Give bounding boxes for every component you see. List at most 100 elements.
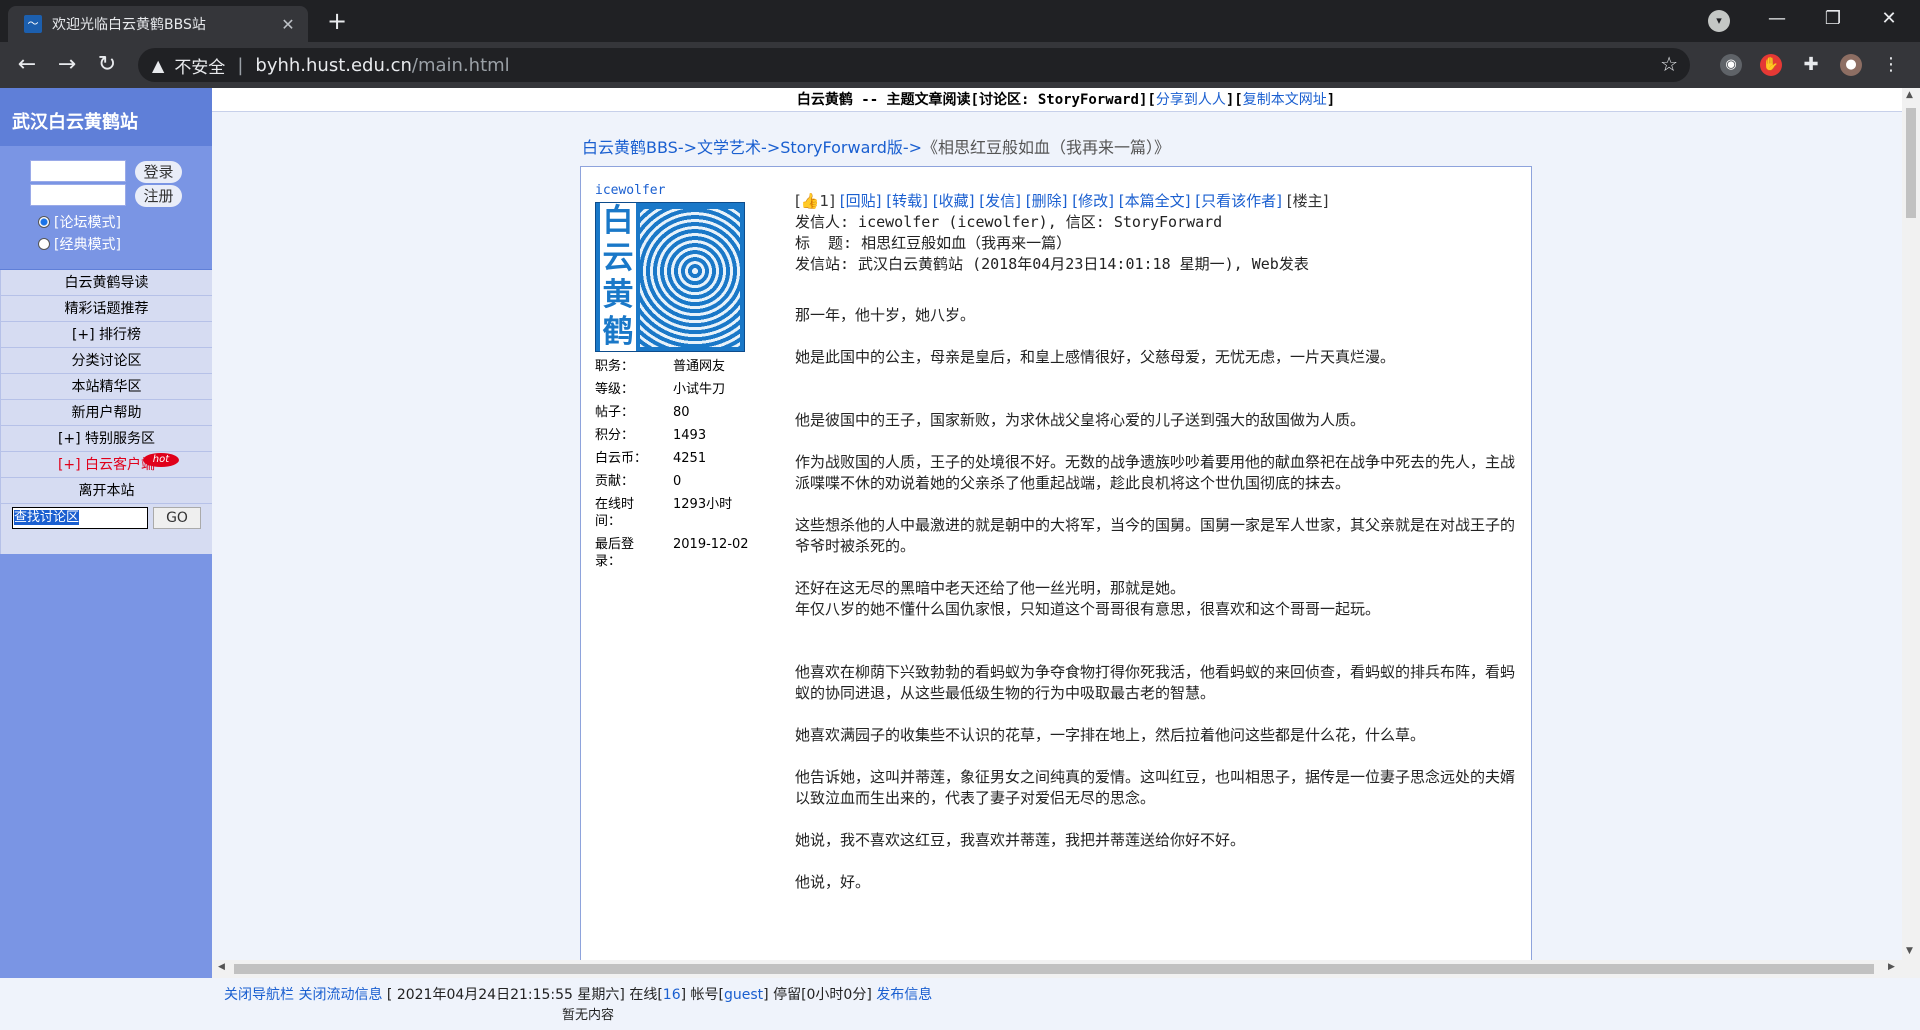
- breadcrumb-board[interactable]: StoryForward版: [780, 138, 903, 157]
- stat-value: 1493: [673, 428, 707, 443]
- forward-button[interactable]: [转载]: [886, 192, 928, 210]
- sidebar-item-services[interactable]: [+] 特别服务区: [0, 426, 212, 452]
- stat-value: 普通网友: [673, 359, 726, 374]
- mode-forum-radio[interactable]: [论坛模式]: [38, 212, 121, 232]
- reply-button[interactable]: [回贴]: [840, 192, 882, 210]
- avatar-text: 白云黄鹤: [600, 203, 636, 351]
- browser-tab-bar: 〜 欢迎光临白云黄鹤BBS站 ✕ + ▾ — ❐ ✕: [0, 0, 1920, 42]
- status-time: [ 2021年04月24日21:15:55 星期六]: [386, 987, 625, 1003]
- login-button[interactable]: 登录: [135, 161, 182, 183]
- sidebar-item-ranking[interactable]: [+] 排行榜: [0, 322, 212, 348]
- close-nav-link[interactable]: 关闭导航栏: [224, 987, 294, 1003]
- tab-close-icon[interactable]: ✕: [276, 15, 300, 34]
- reload-icon[interactable]: ↻: [92, 50, 122, 80]
- minimize-icon[interactable]: —: [1754, 4, 1800, 34]
- stat-role: 职务： 普通网友: [595, 358, 765, 375]
- vertical-scrollbar[interactable]: ▲ ▼: [1902, 88, 1920, 978]
- sidebar-item-help[interactable]: 新用户帮助: [0, 400, 212, 426]
- edit-button[interactable]: [修改]: [1072, 192, 1114, 210]
- extensions-puzzle-icon[interactable]: ✚: [1800, 54, 1822, 76]
- extension-block-icon[interactable]: ✋: [1760, 54, 1782, 76]
- status-line: 关闭导航栏 关闭流动信息 [ 2021年04月24日21:15:55 星期六] …: [224, 984, 932, 1004]
- browser-menu-icon[interactable]: ⋮: [1880, 54, 1902, 76]
- radio-selected-icon: [38, 216, 50, 228]
- stat-value: 4251: [673, 451, 707, 466]
- only-author-button[interactable]: [只看该作者]: [1195, 192, 1282, 210]
- body-paragraph: 她喜欢满园子的收集些不认识的花草，一字排在地上，然后拉着他问这些都是什么花，什么…: [795, 726, 1426, 744]
- sidebar-item-recommended[interactable]: 精彩话题推荐: [0, 296, 212, 322]
- breadcrumb-site[interactable]: 白云黄鹤BBS: [582, 138, 678, 157]
- sidebar-item-boards[interactable]: 分类讨论区: [0, 348, 212, 374]
- bookmark-star-icon[interactable]: ☆: [1660, 52, 1678, 76]
- like-button[interactable]: [👍1]: [795, 192, 835, 210]
- body-paragraph: 作为战败国的人质，王子的处境很不好。无数的战争遗族吵吵着要用他的献血祭祀在战争中…: [795, 453, 1516, 492]
- browser-tab[interactable]: 〜 欢迎光临白云黄鹤BBS站 ✕: [8, 6, 308, 42]
- author-panel: icewolfer 白云黄鹤 职务： 普通网友 等级： 小试牛刀 帖子： 80 积分：…: [595, 183, 765, 570]
- stat-label: 贡献：: [595, 474, 635, 489]
- stat-label: 在线时间：: [595, 497, 635, 529]
- back-icon[interactable]: ←: [12, 50, 42, 80]
- login-box: 登录 注册 [论坛模式] [经典模式]: [0, 146, 212, 270]
- stat-value: 80: [673, 405, 690, 420]
- scroll-right-icon[interactable]: ▶: [1888, 962, 1895, 972]
- sidebar-item-logout[interactable]: 离开本站: [0, 478, 212, 504]
- username-input[interactable]: [30, 160, 126, 182]
- author-id[interactable]: icewolfer: [595, 183, 765, 198]
- account-name[interactable]: guest: [724, 987, 763, 1003]
- sidebar-item-digest[interactable]: 本站精华区: [0, 374, 212, 400]
- close-flow-link[interactable]: 关闭流动信息: [298, 987, 382, 1003]
- stat-last-login: 最后登录： 2019-12-02: [595, 536, 765, 570]
- forward-icon[interactable]: →: [52, 50, 82, 80]
- breadcrumb-sep: ->: [902, 138, 923, 157]
- scroll-down-icon[interactable]: ▼: [1906, 946, 1913, 956]
- site-favicon-icon: 〜: [24, 15, 42, 33]
- vertical-scroll-thumb[interactable]: [1906, 108, 1916, 218]
- sidebar-item-client[interactable]: [+] 白云客户端 hot: [0, 452, 212, 478]
- register-button[interactable]: 注册: [135, 185, 182, 207]
- page: 武汉白云黄鹤站 登录 注册 [论坛模式] [经典模式] 白云黄鹤导读 精彩话题推…: [0, 88, 1920, 1030]
- stat-score: 积分： 1493: [595, 427, 765, 444]
- body-paragraph: 还好在这无尽的黑暗中老天还给了他一丝光明，那就是她。: [795, 579, 1186, 597]
- new-tab-button[interactable]: +: [322, 8, 352, 36]
- stat-label: 积分：: [595, 428, 635, 443]
- extension-owl-icon[interactable]: ◉: [1720, 54, 1742, 76]
- copy-url-link[interactable]: 复制本文网址: [1243, 92, 1327, 108]
- mail-button[interactable]: [发信]: [979, 192, 1021, 210]
- url-path: /main.html: [411, 54, 510, 76]
- warning-icon: ▲: [152, 55, 165, 75]
- breadcrumb-section[interactable]: 文学艺术: [697, 138, 761, 157]
- main-frame: 白云黄鹤 -- 主题文章阅读[讨论区: StoryForward][分享到人人]…: [212, 88, 1920, 978]
- address-bar[interactable]: ▲ 不安全 | byhh.hust.edu.cn /main.html ☆: [138, 48, 1690, 82]
- mode-classic-radio[interactable]: [经典模式]: [38, 234, 121, 254]
- sidebar: 武汉白云黄鹤站 登录 注册 [论坛模式] [经典模式] 白云黄鹤导读 精彩话题推…: [0, 88, 212, 978]
- delete-button[interactable]: [删除]: [1026, 192, 1068, 210]
- stat-label: 等级：: [595, 382, 635, 397]
- sidebar-item-guide[interactable]: 白云黄鹤导读: [0, 270, 212, 296]
- body-paragraph: 这些想杀他的人中最激进的就是朝中的大将军，当今的国舅。国舅一家是军人世家，其父亲…: [795, 516, 1516, 555]
- share-link[interactable]: 分享到人人: [1156, 92, 1226, 108]
- publish-link[interactable]: 发布信息: [876, 987, 932, 1003]
- go-button[interactable]: GO: [153, 507, 201, 529]
- post-actions: [👍1] [回贴] [转载] [收藏] [发信] [删除] [修改] [本篇全文…: [795, 191, 1515, 212]
- avatar: 白云黄鹤: [595, 202, 745, 352]
- maximize-icon[interactable]: ❐: [1810, 4, 1856, 34]
- password-input[interactable]: [30, 184, 126, 206]
- stat-label: 最后登录：: [595, 537, 635, 569]
- stat-value: 小试牛刀: [673, 382, 726, 397]
- scroll-up-icon[interactable]: ▲: [1906, 90, 1913, 100]
- favorite-button[interactable]: [收藏]: [933, 192, 975, 210]
- scroll-left-icon[interactable]: ◀: [218, 962, 225, 972]
- site-title: 武汉白云黄鹤站: [0, 88, 212, 146]
- online-count[interactable]: 16: [663, 987, 681, 1003]
- window-close-icon[interactable]: ✕: [1866, 4, 1912, 34]
- full-article-button[interactable]: [本篇全文]: [1119, 192, 1191, 210]
- board-search-input[interactable]: 查找讨论区: [12, 507, 148, 529]
- horizontal-scroll-thumb[interactable]: [234, 964, 1874, 974]
- floor-label: [楼主]: [1286, 192, 1329, 210]
- breadcrumb-title: 《相思红豆般如血（我再来一篇）》: [922, 138, 1171, 157]
- body-paragraph: 他说，好。: [795, 873, 871, 891]
- horizontal-scrollbar[interactable]: ◀ ▶: [212, 960, 1902, 978]
- tab-search-icon[interactable]: ▾: [1708, 10, 1730, 32]
- sidebar-menu: 白云黄鹤导读 精彩话题推荐 [+] 排行榜 分类讨论区 本站精华区 新用户帮助 …: [0, 270, 212, 554]
- profile-avatar[interactable]: ●: [1840, 54, 1862, 76]
